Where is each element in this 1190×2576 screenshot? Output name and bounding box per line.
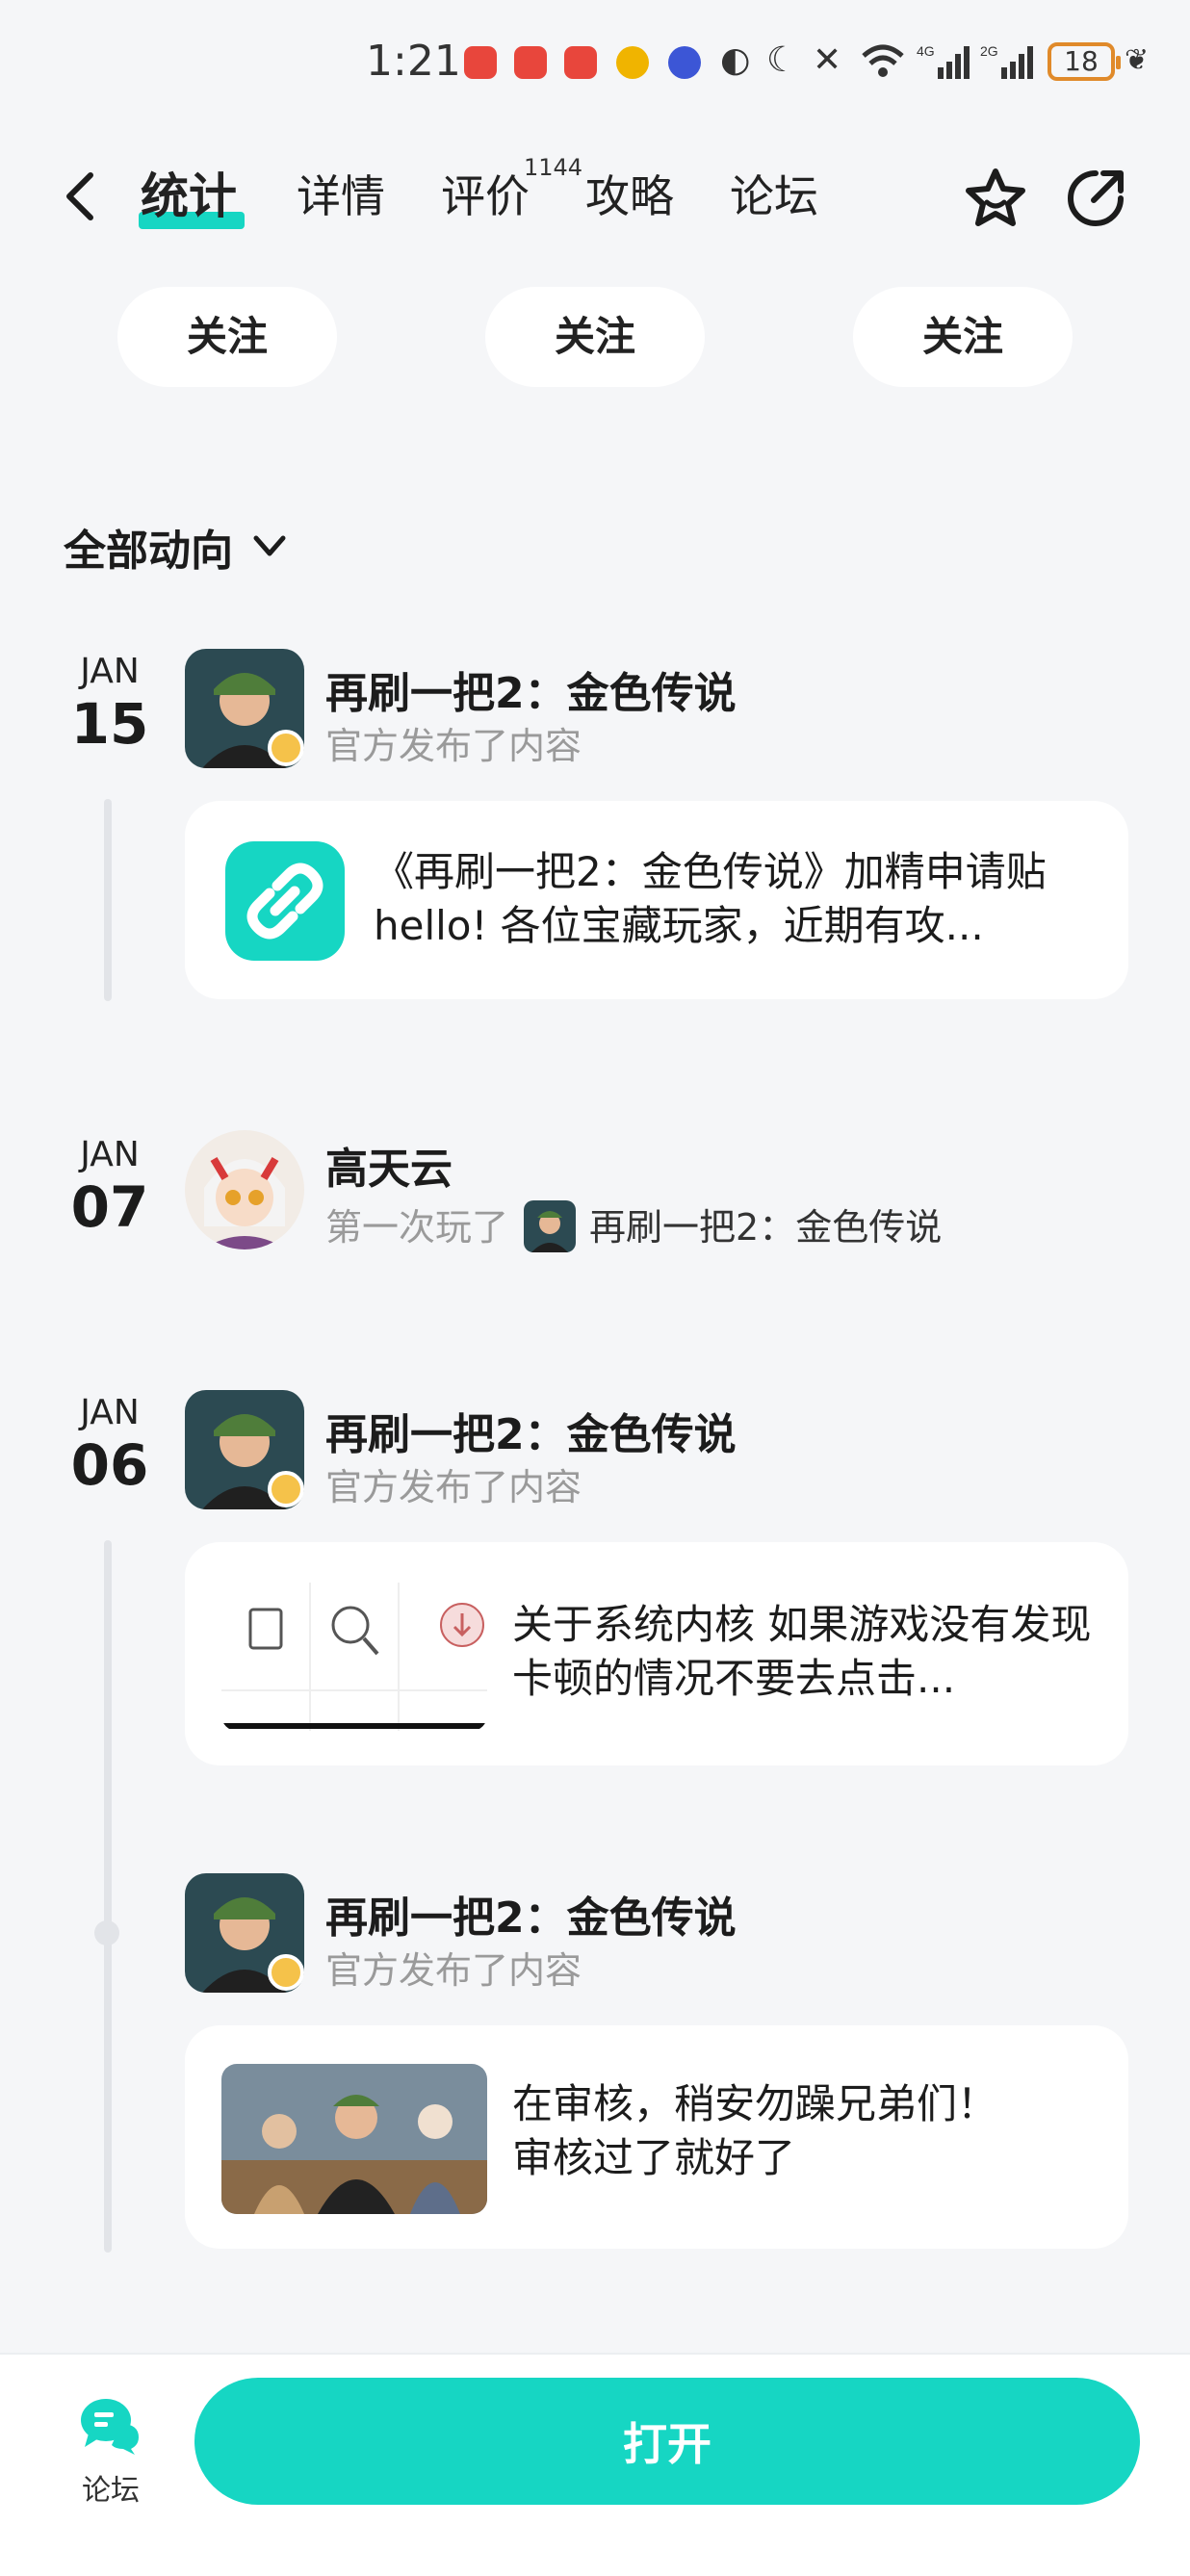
game-name-link[interactable]: 再刷一把2：金色传说: [589, 1206, 942, 1249]
svg-text:4G: 4G: [917, 43, 935, 59]
data-saver-icon: ◐: [720, 40, 751, 80]
date-day: 07: [70, 1174, 149, 1240]
app-notification-icon: [564, 46, 597, 79]
post-card[interactable]: 《再刷一把2：金色传说》加精申请贴 hello! 各位宝藏玩家，近期有攻...: [185, 801, 1128, 999]
signal-2g-icon: 2G: [980, 43, 1033, 79]
status-bar: 1:21 ◐ ☾ ✕ 4G 2G 18 ❦: [0, 0, 1190, 125]
review-count-badge: 1144: [524, 154, 583, 181]
status-time: 1:21: [366, 37, 461, 86]
bottom-action-bar: 论坛 打开: [0, 2353, 1190, 2576]
weibo-icon: [616, 46, 649, 79]
activity-action: 第一次玩了: [325, 1206, 509, 1249]
top-nav: 统计 详情 评价 1144 攻略 论坛: [0, 154, 1190, 241]
date-label: JAN 15: [64, 651, 156, 755]
leaf-icon: ❦: [1125, 43, 1150, 77]
filter-label: 全部动向: [64, 527, 233, 576]
post-excerpt: 《再刷一把2：金色传说》加精申请贴 hello! 各位宝藏玩家，近期有攻...: [374, 848, 1047, 949]
wifi-icon: [862, 44, 904, 77]
timeline-line: [104, 1540, 112, 2253]
post-card[interactable]: 关于系统内核 如果游戏没有发现卡顿的情况不要去点击...: [185, 1542, 1128, 1765]
tab-stats[interactable]: 统计: [141, 166, 237, 227]
activity-line: 第一次玩了 再刷一把2：金色传说: [325, 1198, 942, 1256]
mute-icon: ✕: [813, 40, 842, 80]
forum-label: 论坛: [82, 2474, 140, 2508]
back-arrow-icon[interactable]: [60, 167, 102, 225]
tab-guides[interactable]: 攻略: [585, 166, 674, 227]
post-excerpt: 关于系统内核 如果游戏没有发现卡顿的情况不要去点击...: [512, 1601, 1092, 1702]
follow-button[interactable]: 关注: [853, 287, 1073, 387]
tab-forum[interactable]: 论坛: [730, 166, 818, 227]
tab-reviews[interactable]: 评价: [441, 166, 530, 227]
open-game-button[interactable]: 打开: [194, 2378, 1140, 2505]
author-name[interactable]: 再刷一把2：金色传说: [325, 658, 737, 720]
date-month: JAN: [80, 1393, 140, 1432]
game-thumbnail: [524, 1199, 577, 1252]
app-notification-icon: [514, 46, 547, 79]
follow-button[interactable]: 关注: [485, 287, 705, 387]
date-label: JAN 06: [64, 1392, 156, 1496]
battery-icon: 18: [1048, 42, 1121, 81]
tieba-icon: [668, 46, 701, 79]
activity-filter-dropdown[interactable]: 全部动向: [64, 516, 289, 578]
date-day: 06: [70, 1432, 149, 1498]
forum-chat-icon: [81, 2399, 139, 2455]
timeline-line: [104, 799, 112, 1001]
post-excerpt: 在审核，稍安勿躁兄弟们！ 审核过了就好了: [512, 2080, 998, 2181]
favorite-star-icon[interactable]: [961, 164, 1030, 233]
verified-badge: [268, 1471, 304, 1507]
author-name[interactable]: 高天云: [325, 1134, 453, 1196]
huawei-app-icon: [464, 46, 497, 79]
post-card[interactable]: 在审核，稍安勿躁兄弟们！ 审核过了就好了: [185, 2025, 1128, 2249]
post-image: [221, 2064, 487, 2214]
activity-action: 官方发布了内容: [325, 725, 582, 767]
author-name[interactable]: 再刷一把2：金色传说: [325, 1883, 737, 1945]
date-day: 15: [70, 691, 149, 757]
share-icon[interactable]: [1061, 164, 1130, 233]
chevron-down-icon: [253, 535, 286, 556]
follow-button[interactable]: 关注: [117, 287, 337, 387]
tab-details[interactable]: 详情: [297, 166, 385, 227]
moon-icon: ☾: [766, 40, 798, 80]
timeline-dot: [94, 1920, 119, 1945]
forum-shortcut[interactable]: 论坛: [67, 2395, 154, 2509]
author-name[interactable]: 再刷一把2：金色传说: [325, 1400, 737, 1461]
user-avatar[interactable]: [185, 1130, 304, 1249]
activity-action: 官方发布了内容: [325, 1949, 582, 1992]
post-thumbnail: [221, 1583, 487, 1731]
date-month: JAN: [80, 652, 140, 691]
verified-badge: [268, 1954, 304, 1991]
link-icon: [225, 841, 345, 961]
svg-text:2G: 2G: [980, 43, 998, 59]
verified-badge: [268, 730, 304, 766]
date-label: JAN 07: [64, 1134, 156, 1238]
signal-4g-icon: 4G: [917, 43, 970, 79]
activity-action: 官方发布了内容: [325, 1466, 582, 1508]
date-month: JAN: [80, 1135, 140, 1174]
